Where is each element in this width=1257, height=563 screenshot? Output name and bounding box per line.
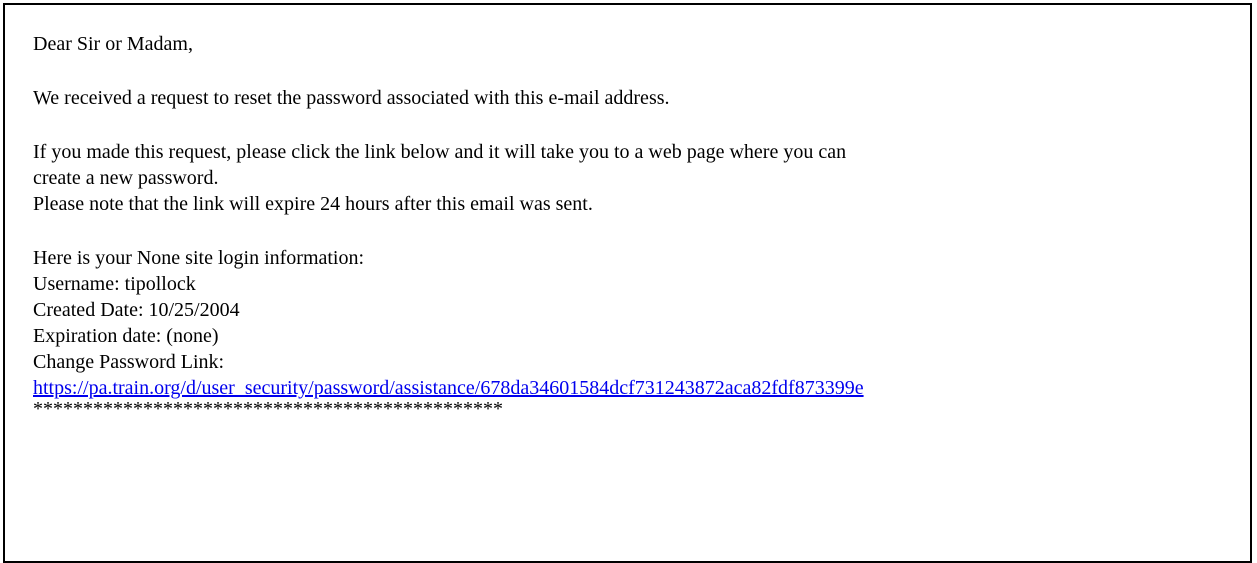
email-greeting: Dear Sir or Madam, — [33, 33, 193, 55]
instructions-line-1: If you made this request, please click t… — [33, 141, 847, 163]
separator-stars: ****************************************… — [33, 398, 503, 420]
request-paragraph: We received a request to reset the passw… — [33, 87, 670, 109]
email-frame: Dear Sir or Madam, We received a request… — [3, 3, 1252, 563]
login-info-intro: Here is your None site login information… — [33, 247, 365, 269]
expiration-date-line: Expiration date: (none) — [33, 325, 219, 347]
username-line: Username: tipollock — [33, 273, 196, 295]
created-date-line: Created Date: 10/25/2004 — [33, 299, 240, 321]
instructions-line-2: create a new password. — [33, 167, 219, 189]
change-password-label: Change Password Link: — [33, 351, 225, 373]
change-password-link[interactable]: https://pa.train.org/d/user_security/pas… — [33, 377, 864, 399]
expiry-note: Please note that the link will expire 24… — [33, 193, 593, 215]
email-body: Dear Sir or Madam, We received a request… — [33, 31, 1240, 421]
